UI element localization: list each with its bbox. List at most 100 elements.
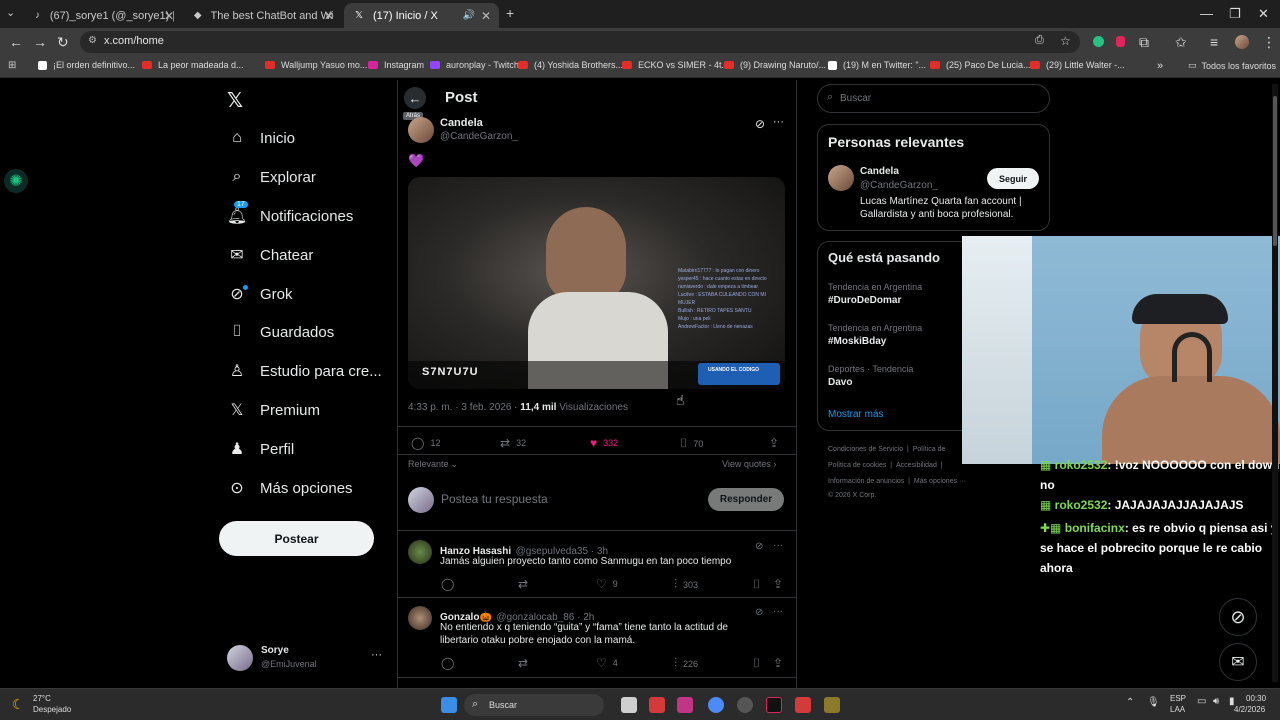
sort-dropdown[interactable]: Relevante ⌄ bbox=[408, 459, 458, 470]
avatar[interactable] bbox=[828, 165, 854, 191]
show-more-link[interactable]: Mostrar más bbox=[828, 409, 884, 420]
tab-tiktok[interactable]: ♪ (67)_sorye1 (@_sorye1) | TikTok ✕ bbox=[24, 3, 182, 28]
profile-avatar[interactable] bbox=[1235, 35, 1249, 49]
bookmark-item[interactable]: ECKO vs SIMER - 4t... bbox=[622, 60, 729, 70]
bookmarks-overflow-icon[interactable]: » bbox=[1157, 60, 1163, 72]
minimize-icon[interactable]: — bbox=[1200, 6, 1213, 21]
bookmark-star-icon[interactable]: ✩ bbox=[1175, 34, 1187, 51]
grok-icon[interactable]: ⊘ bbox=[755, 117, 765, 131]
nav-chat[interactable]: ✉ Chatear bbox=[228, 240, 313, 270]
back-icon[interactable]: ← bbox=[9, 34, 23, 50]
nav-home[interactable]: ⌂ Inicio bbox=[228, 123, 295, 153]
all-bookmarks-button[interactable]: ▭ Todos los favoritos bbox=[1188, 60, 1276, 71]
reply-button[interactable]: Responder bbox=[708, 488, 784, 511]
share-action[interactable]: ⇪ bbox=[769, 436, 785, 450]
more-icon[interactable]: ··· bbox=[773, 116, 784, 128]
obs-icon[interactable] bbox=[737, 697, 753, 713]
nav-premium[interactable]: 𝕏 Premium bbox=[228, 395, 320, 425]
repost-action[interactable]: ⇄ 32 bbox=[500, 436, 526, 450]
repost-action[interactable]: ⇄ bbox=[518, 656, 534, 670]
x-logo-icon[interactable]: 𝕏 bbox=[227, 88, 243, 113]
clock-date[interactable]: 4/2/2026 bbox=[1234, 705, 1265, 714]
trend-item[interactable]: Tendencia en Argentina #MoskiBday bbox=[828, 323, 922, 347]
reply-action[interactable]: ◯ 12 bbox=[411, 436, 440, 450]
grok-float-button[interactable]: ⊘ bbox=[1219, 598, 1257, 636]
trend-item[interactable]: Tendencia en Argentina #DuroDeDomar bbox=[828, 282, 922, 306]
app-icon[interactable] bbox=[824, 697, 840, 713]
close-icon[interactable]: ✕ bbox=[164, 9, 174, 23]
volume-icon[interactable]: 🔊︎ bbox=[1213, 696, 1219, 707]
footer-link[interactable]: Política de bbox=[913, 446, 946, 453]
like-action[interactable]: ♡ 9 bbox=[596, 577, 618, 591]
post-button[interactable]: Postear bbox=[219, 521, 374, 556]
bookmark-item[interactable]: (29) Little Walter -... bbox=[1030, 60, 1125, 70]
nav-explore[interactable]: ⌕ Explorar bbox=[228, 162, 316, 192]
chatbot-widget-icon[interactable]: ✺ bbox=[4, 169, 28, 193]
nav-grok[interactable]: ⊘ Grok bbox=[228, 279, 293, 309]
bookmark-action[interactable]: ⌷ bbox=[753, 577, 766, 592]
account-switcher[interactable]: Sorye @EmiJuvenal ··· bbox=[226, 643, 386, 673]
tiktok-icon[interactable] bbox=[766, 697, 782, 713]
nav-bookmarks[interactable]: ⌷ Guardados bbox=[228, 317, 334, 347]
share-action[interactable]: ⇪ bbox=[773, 656, 789, 670]
site-info-icon[interactable]: ⚙ bbox=[88, 35, 97, 46]
views-stat[interactable]: ⫶ 303 bbox=[674, 577, 698, 592]
reply-avatar[interactable] bbox=[408, 540, 432, 564]
keyboard-layout[interactable]: LAA bbox=[1170, 705, 1185, 714]
reply-avatar[interactable] bbox=[408, 606, 432, 630]
app-icon[interactable] bbox=[649, 697, 665, 713]
bookmark-item[interactable]: (4) Yoshida Brothers... bbox=[518, 60, 623, 70]
more-icon[interactable]: ··· bbox=[371, 649, 382, 661]
author-name[interactable]: Candela bbox=[440, 117, 483, 129]
relevant-handle[interactable]: @CandeGarzon_ bbox=[860, 180, 938, 191]
extension-green-icon[interactable] bbox=[1093, 36, 1104, 47]
post-video[interactable]: Matabirri17777 : lo pagan con dinero yesp… bbox=[408, 177, 785, 389]
nav-profile[interactable]: ♟ Perfil bbox=[228, 434, 294, 464]
footer-link[interactable]: Accesibilidad bbox=[896, 462, 937, 469]
task-view-icon[interactable] bbox=[621, 697, 637, 713]
trend-item[interactable]: Deportes · Tendencia Davo bbox=[828, 364, 913, 388]
view-quotes-link[interactable]: View quotes › bbox=[722, 459, 776, 469]
app-icon[interactable] bbox=[795, 697, 811, 713]
nav-creator-studio[interactable]: ♙ Estudio para cre... bbox=[228, 356, 382, 386]
author-handle[interactable]: @CandeGarzon_ bbox=[440, 131, 518, 142]
reply-action[interactable]: ◯ bbox=[441, 656, 460, 670]
bookmark-item[interactable]: (9) Drawing Naruto/... bbox=[724, 60, 826, 70]
bookmark-item[interactable]: (19) M en Twitter: "... bbox=[828, 60, 926, 70]
bookmark-item[interactable]: Instagram bbox=[368, 60, 424, 70]
new-tab-button[interactable]: + bbox=[506, 5, 514, 21]
nav-more[interactable]: ⊙ Más opciones bbox=[228, 473, 352, 503]
views-stat[interactable]: ⫶ 226 bbox=[674, 656, 698, 671]
tab-chatbot[interactable]: ◆ The best ChatBot and Widgets ✕ bbox=[184, 3, 342, 28]
chrome-icon[interactable] bbox=[708, 697, 724, 713]
tab-search-icon[interactable]: ⌄ bbox=[6, 6, 15, 19]
taskbar-search[interactable]: ⌕ Buscar bbox=[464, 694, 604, 716]
extension-red-icon[interactable] bbox=[1116, 36, 1125, 47]
post-time[interactable]: 4:33 p. m. · 3 feb. 2026 · bbox=[408, 402, 518, 413]
footer-link[interactable]: Información de anuncios bbox=[828, 478, 904, 485]
language[interactable]: ESP bbox=[1170, 694, 1186, 703]
repost-action[interactable]: ⇄ bbox=[518, 577, 534, 591]
reload-icon[interactable]: ↻ bbox=[57, 34, 69, 51]
footer-link[interactable]: Condiciones de Servicio bbox=[828, 446, 903, 453]
follow-button[interactable]: Seguir bbox=[987, 168, 1039, 189]
like-action[interactable]: ♡ 4 bbox=[596, 656, 618, 670]
apps-icon[interactable]: ⊞ bbox=[8, 60, 16, 71]
relevant-name[interactable]: Candela bbox=[860, 166, 899, 177]
grok-icon[interactable]: ⊘ bbox=[755, 607, 763, 618]
back-arrow-icon[interactable]: ← bbox=[404, 87, 426, 109]
scrollbar[interactable] bbox=[1272, 84, 1278, 682]
reading-list-icon[interactable]: ≡ bbox=[1210, 34, 1218, 50]
bookmark-item[interactable]: Walljump Yasuo mo... bbox=[265, 60, 367, 70]
speaker-icon[interactable]: 🔊 bbox=[463, 10, 475, 21]
clock-time[interactable]: 00:30 bbox=[1246, 694, 1266, 703]
windows-start-icon[interactable] bbox=[441, 697, 457, 713]
more-icon[interactable]: ··· bbox=[773, 606, 783, 617]
messages-float-button[interactable]: ✉ bbox=[1219, 643, 1257, 681]
like-action[interactable]: ♥ 332 bbox=[590, 436, 618, 450]
share-action[interactable]: ⇪ bbox=[773, 577, 789, 591]
bookmark-action[interactable]: ⌷ 70 bbox=[680, 436, 703, 451]
menu-icon[interactable]: ⋮ bbox=[1262, 34, 1276, 51]
install-icon[interactable]: ⎙ bbox=[1035, 34, 1044, 47]
bookmark-item[interactable]: auronplay - Twitch bbox=[430, 60, 519, 70]
